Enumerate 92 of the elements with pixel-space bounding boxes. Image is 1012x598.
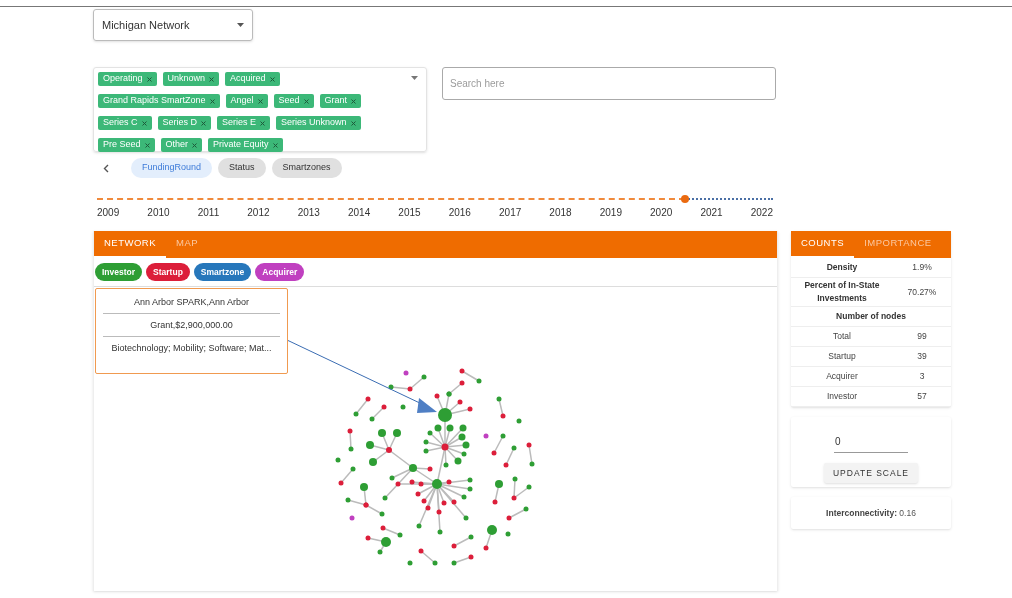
close-icon[interactable]: [272, 142, 278, 148]
stat-label: Acquirer: [825, 370, 859, 383]
graph-edge: [371, 406, 385, 420]
section-heading: Number of nodes: [835, 310, 907, 323]
chevron-left-icon[interactable]: [103, 163, 109, 173]
filter-tag[interactable]: Series Unknown: [276, 116, 361, 130]
filter-tag[interactable]: Angel: [225, 94, 268, 108]
year-label: 2012: [247, 206, 270, 220]
close-icon[interactable]: [260, 120, 266, 126]
update-scale-button[interactable]: UPDATE SCALE: [823, 463, 919, 483]
graph-edge: [453, 536, 472, 547]
caret-icon: [237, 23, 244, 27]
filter-tag[interactable]: Unknown: [162, 72, 220, 86]
stat-value: 39: [916, 350, 928, 363]
graph-edge: [461, 370, 480, 382]
slider-thumb[interactable]: [681, 195, 690, 203]
year-label: 2016: [448, 206, 471, 220]
close-icon[interactable]: [144, 142, 150, 148]
close-icon[interactable]: [192, 142, 198, 148]
graph-edge: [355, 398, 369, 415]
tab[interactable]: COUNTS: [791, 231, 855, 258]
filter-tag[interactable]: Series C: [98, 116, 152, 130]
legend-chip[interactable]: Startup: [146, 263, 190, 281]
close-icon[interactable]: [141, 120, 147, 126]
tab[interactable]: IMPORTANCE: [854, 231, 942, 258]
filter-tag[interactable]: Series E: [217, 116, 271, 130]
filter-tag[interactable]: Seed: [273, 94, 314, 108]
year-label: 2009: [97, 206, 120, 220]
tab[interactable]: MAP: [166, 231, 209, 258]
year-label: 2019: [599, 206, 622, 220]
filter-select[interactable]: Operating Unknown Acquired Grand Rapids SmartZone Angel Seed Grant Series C Series D Series E Series Unknown Pre Seed Other Private Equity: [93, 67, 427, 152]
dataset-dropdown[interactable]: Michigan Network: [93, 9, 253, 41]
graph-edge: [453, 556, 472, 564]
close-icon[interactable]: [351, 98, 357, 104]
filter-tag[interactable]: Acquired: [225, 72, 280, 86]
graph-edge: [493, 435, 504, 454]
graph-edge: [349, 430, 352, 450]
graph-edge: [340, 468, 354, 484]
year-label: 2017: [499, 206, 522, 220]
filter-tag[interactable]: Pre Seed: [98, 138, 155, 152]
legend-chip[interactable]: Investor: [95, 263, 143, 281]
graph-edge: [420, 550, 436, 564]
filter-tag[interactable]: Private Equity: [208, 138, 283, 152]
filter-tag[interactable]: Grand Rapids SmartZone: [98, 94, 220, 108]
tooltip-line: Grant,$2,900,000.00: [149, 319, 234, 331]
scale-field[interactable]: 0: [834, 434, 908, 453]
year-label: 2018: [549, 206, 572, 220]
year-label: 2020: [650, 206, 673, 220]
interconnectivity-text: Interconnectivity: 0.16: [826, 506, 916, 520]
filter-tag[interactable]: Series D: [157, 116, 212, 130]
close-icon[interactable]: [146, 76, 152, 82]
close-icon[interactable]: [209, 98, 215, 104]
stat-value: 57: [916, 390, 928, 403]
year-label: 2014: [348, 206, 371, 220]
search-field[interactable]: Search here: [442, 67, 776, 100]
filter-tab[interactable]: Smartzones: [271, 158, 342, 178]
graph-edge: [505, 447, 515, 466]
stat-value: 70.27%: [906, 285, 938, 299]
stat-value: 3: [918, 370, 926, 383]
filter-tag[interactable]: Operating: [98, 72, 157, 86]
close-icon[interactable]: [350, 120, 356, 126]
stat-label: Percent of In-State Investments: [803, 279, 881, 305]
year-label: 2022: [750, 206, 773, 220]
close-icon[interactable]: [303, 98, 309, 104]
filter-tag[interactable]: Grant: [319, 94, 362, 108]
stat-value: 99: [916, 330, 928, 343]
close-icon[interactable]: [201, 120, 207, 126]
filter-tag[interactable]: Other: [160, 138, 203, 152]
stat-label: Density: [825, 261, 859, 274]
stat-label: Total: [832, 330, 852, 343]
caret-icon[interactable]: [411, 76, 418, 80]
filter-tab[interactable]: Status: [218, 158, 266, 178]
legend-chip[interactable]: Acquirer: [255, 263, 305, 281]
close-icon[interactable]: [257, 98, 263, 104]
year-label: 2013: [297, 206, 320, 220]
tooltip-line: Ann Arbor SPARK,Ann Arbor: [133, 296, 250, 308]
year-label: 2010: [147, 206, 170, 220]
stat-label: Startup: [827, 350, 857, 363]
tooltip-line: Biotechnology; Mobility; Software; Mat...: [110, 342, 273, 354]
year-label: 2015: [398, 206, 421, 220]
timeline-slider[interactable]: [97, 197, 773, 201]
graph-edge: [508, 508, 527, 519]
tab[interactable]: NETWORK: [94, 231, 167, 258]
close-icon[interactable]: [209, 76, 215, 82]
filter-tab[interactable]: FundingRound: [131, 158, 213, 178]
graph-edge: [528, 444, 533, 465]
legend-chip[interactable]: Smartzone: [193, 263, 252, 281]
stat-label: Investor: [825, 390, 859, 403]
year-label: 2021: [700, 206, 723, 220]
year-label: 2011: [197, 206, 220, 220]
close-icon[interactable]: [269, 76, 275, 82]
stat-value: 1.9%: [911, 261, 933, 274]
